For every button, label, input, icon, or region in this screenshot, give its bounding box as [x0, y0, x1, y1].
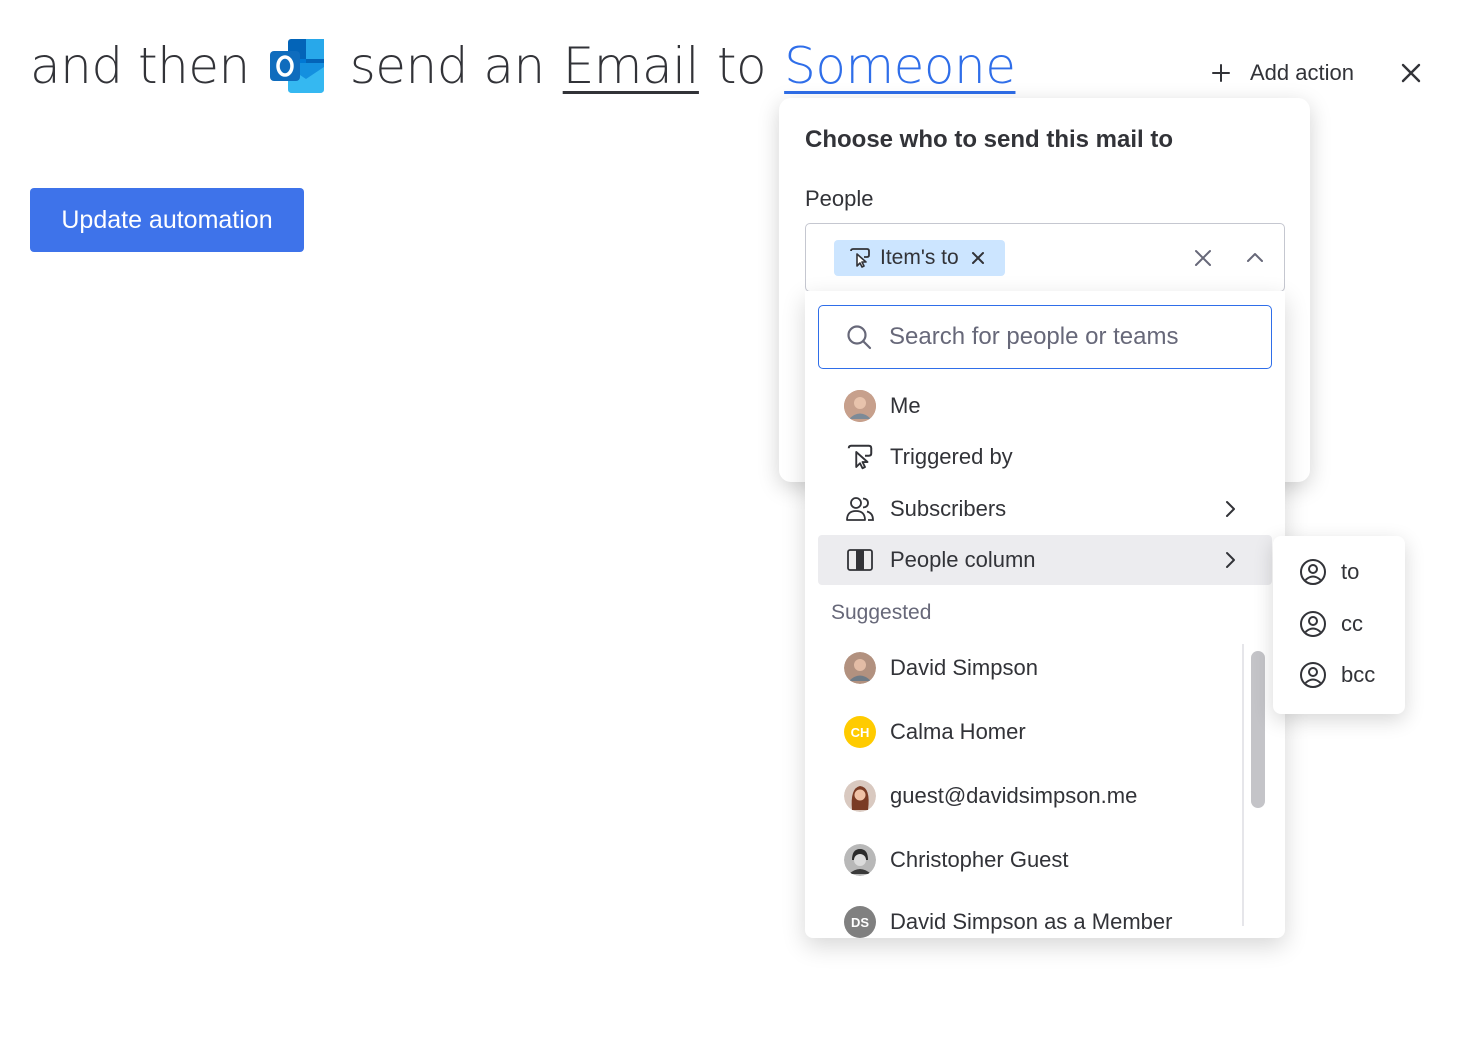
add-action-button[interactable]: Add action: [1208, 56, 1354, 90]
chevron-right-icon: [1226, 552, 1235, 568]
people-select[interactable]: Item's to: [805, 223, 1285, 292]
suggested-item-label: David Simpson: [890, 655, 1038, 680]
clear-icon[interactable]: [1190, 245, 1216, 271]
suggested-item-label: Christopher Guest: [890, 847, 1069, 872]
sentence-text-and-then: and then: [30, 37, 250, 95]
menu-item-subscribers[interactable]: Subscribers: [818, 484, 1272, 534]
people-column-submenu: to cc bcc: [1273, 536, 1405, 714]
menu-item-label: Me: [890, 393, 921, 418]
suggested-item[interactable]: DS David Simpson as a Member: [818, 897, 1272, 938]
user-avatar: [844, 780, 876, 812]
update-automation-button[interactable]: Update automation: [30, 188, 304, 252]
menu-item-label: People column: [890, 547, 1036, 572]
submenu-item-label: to: [1341, 559, 1360, 584]
initials-avatar: DS: [844, 906, 876, 938]
chip-label: Item's to: [880, 246, 959, 269]
suggested-heading: Suggested: [831, 601, 932, 624]
popover-title: Choose who to send this mail to: [805, 126, 1174, 153]
submenu-item-label: cc: [1341, 611, 1363, 636]
selected-chip: Item's to: [834, 240, 1005, 276]
menu-item-label: Subscribers: [890, 496, 1007, 521]
someone-link[interactable]: Someone: [784, 37, 1016, 95]
initials-avatar: CH: [844, 716, 876, 748]
user-avatar: [844, 844, 876, 876]
submenu-item-label: bcc: [1341, 662, 1376, 687]
column-icon: [847, 549, 873, 571]
add-action-label: Add action: [1250, 60, 1354, 85]
person-circle-icon: [1300, 611, 1326, 637]
menu-item-people-column[interactable]: People column: [818, 535, 1272, 585]
menu-item-label: Triggered by: [890, 444, 1013, 469]
menu-item-triggered-by[interactable]: Triggered by: [818, 432, 1272, 482]
suggested-item[interactable]: CH Calma Homer: [818, 707, 1272, 757]
email-link[interactable]: Email: [563, 37, 700, 95]
suggested-item-label: Calma Homer: [890, 719, 1026, 744]
people-icon: [846, 497, 874, 521]
chevron-up-icon[interactable]: [1242, 245, 1268, 271]
scrollbar-thumb[interactable]: [1251, 651, 1265, 808]
search-field[interactable]: [818, 305, 1272, 369]
close-icon[interactable]: [1396, 58, 1426, 88]
scrollbar-track: [1242, 644, 1244, 926]
person-circle-icon: [1300, 559, 1326, 585]
submenu-item-bcc[interactable]: bcc: [1273, 650, 1405, 700]
suggested-item-label: guest@davidsimpson.me: [890, 783, 1138, 808]
outlook-icon: [268, 37, 328, 95]
suggested-item[interactable]: David Simpson: [818, 643, 1272, 693]
sentence-text-send-an: send an: [349, 37, 545, 95]
suggested-item[interactable]: guest@davidsimpson.me: [818, 771, 1272, 821]
people-label: People: [805, 186, 874, 211]
menu-item-me[interactable]: Me: [818, 381, 1272, 431]
remove-chip-icon[interactable]: [969, 249, 987, 267]
suggested-item-label: David Simpson as a Member: [890, 909, 1173, 934]
user-avatar: [844, 390, 876, 422]
automation-sentence: and then send an Email to Someone: [30, 30, 1016, 102]
submenu-item-cc[interactable]: cc: [1273, 599, 1405, 649]
suggested-item[interactable]: Christopher Guest: [818, 835, 1272, 885]
search-icon: [847, 325, 872, 350]
submenu-item-to[interactable]: to: [1273, 547, 1405, 597]
search-input[interactable]: [889, 323, 1229, 351]
user-avatar: [844, 652, 876, 684]
cursor-click-icon: [850, 248, 870, 268]
sentence-text-to: to: [716, 37, 767, 95]
person-circle-icon: [1300, 662, 1326, 688]
chevron-right-icon: [1226, 501, 1235, 517]
plus-icon: [1212, 64, 1230, 82]
people-dropdown-menu: Me Triggered by Subscribers: [805, 291, 1285, 938]
cursor-click-icon: [847, 444, 873, 470]
